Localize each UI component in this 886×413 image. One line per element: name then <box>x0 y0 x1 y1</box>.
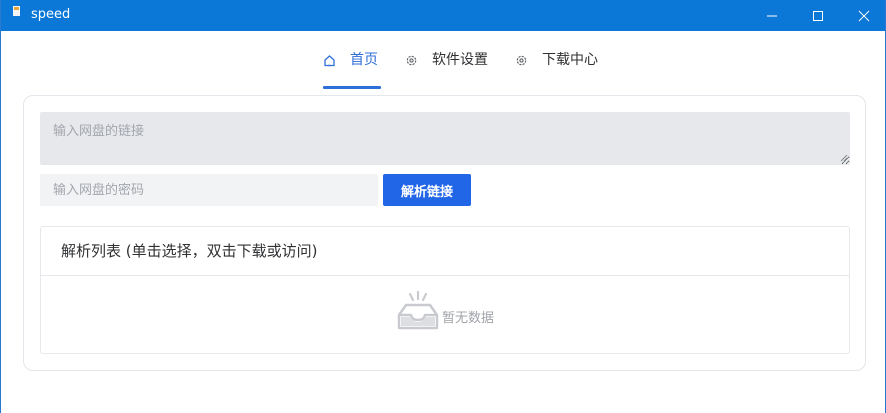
empty-state: 暂无数据 <box>397 291 494 331</box>
tab-settings-label: 软件设置 <box>432 52 488 68</box>
password-input[interactable] <box>40 174 378 206</box>
minimize-button[interactable] <box>749 0 795 31</box>
close-icon <box>858 10 870 21</box>
maximize-button[interactable] <box>795 0 841 31</box>
app-window: speed 首页 软件设置 下载中心 输入网盘的链接 输入网盘的密码 解析链接 … <box>0 0 886 413</box>
minimize-icon <box>767 15 777 16</box>
parse-list-panel[interactable]: 解析列表 (单击选择，双击下载或访问) 暂无数据 <box>40 226 850 354</box>
main-nav: 首页 软件设置 下载中心 <box>1 44 885 90</box>
parse-link-button[interactable]: 解析链接 <box>383 174 471 206</box>
maximize-icon <box>813 10 823 21</box>
title-bar[interactable]: speed <box>1 0 885 31</box>
window-title: speed <box>31 7 71 22</box>
app-icon <box>13 6 20 16</box>
gear-icon <box>406 55 417 66</box>
parse-list-header: 解析列表 (单击选择，双击下载或访问) <box>41 227 849 276</box>
tab-download-label: 下载中心 <box>542 52 598 68</box>
link-input[interactable] <box>40 112 850 165</box>
tab-download-center[interactable]: 下载中心 <box>515 44 598 90</box>
close-button[interactable] <box>841 0 886 31</box>
active-tab-underline <box>323 86 381 89</box>
home-icon <box>324 55 335 67</box>
tab-home-label: 首页 <box>350 52 378 68</box>
empty-inbox-icon <box>397 291 439 330</box>
main-card: 解析链接 解析列表 (单击选择，双击下载或访问) 暂无数据 <box>23 95 866 371</box>
resize-grip-icon[interactable] <box>840 154 848 162</box>
tab-settings[interactable]: 软件设置 <box>405 44 488 90</box>
tab-home[interactable]: 首页 <box>323 44 381 90</box>
gear-icon <box>516 55 527 66</box>
empty-text: 暂无数据 <box>442 310 495 326</box>
